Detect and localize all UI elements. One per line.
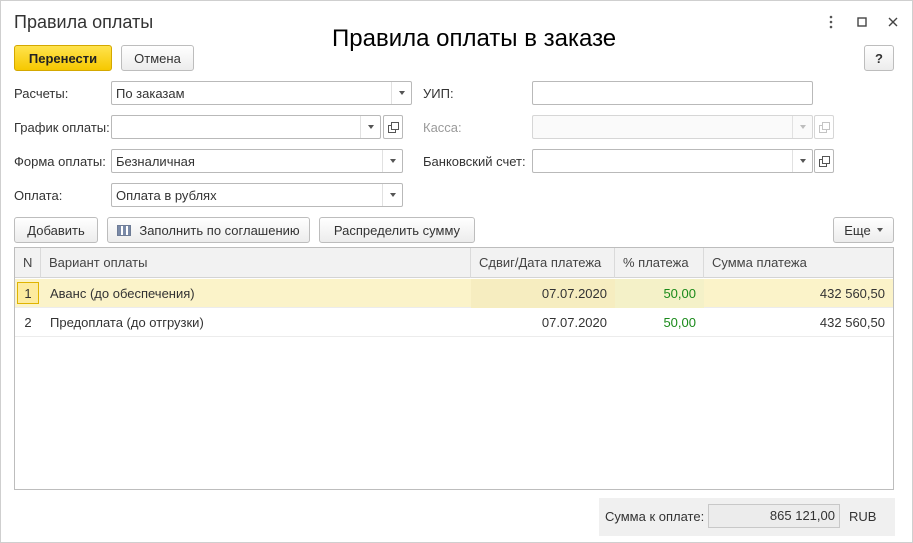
currency-label: RUB — [849, 509, 877, 524]
schedule-field[interactable] — [111, 115, 381, 139]
chevron-down-icon[interactable] — [792, 150, 812, 172]
schedule-open-button[interactable] — [383, 115, 403, 139]
row-number: 2 — [24, 315, 32, 330]
column-header-variant[interactable]: Вариант оплаты — [41, 248, 471, 278]
column-header-date[interactable]: Сдвиг/Дата платежа — [471, 248, 615, 278]
uip-label: УИП: — [423, 86, 454, 101]
table-row[interactable]: 2 Предоплата (до отгрузки) 07.07.2020 50… — [15, 308, 893, 337]
cashbox-field — [532, 115, 813, 139]
payment-form-field[interactable]: Безналичная — [111, 149, 403, 173]
cashbox-label: Касса: — [423, 120, 462, 135]
add-button[interactable]: Добавить — [14, 217, 98, 243]
payment-label: Оплата: — [14, 188, 63, 203]
transfer-button[interactable]: Перенести — [14, 45, 112, 71]
settlements-label: Расчеты: — [14, 86, 69, 101]
close-icon[interactable] — [884, 12, 902, 32]
settlements-field[interactable]: По заказам — [111, 81, 412, 105]
payment-form-value: Безналичная — [116, 153, 195, 169]
kebab-menu-icon[interactable] — [822, 12, 840, 32]
total-label: Сумма к оплате: — [605, 509, 705, 524]
chevron-down-icon[interactable] — [382, 150, 402, 172]
column-header-amount[interactable]: Сумма платежа — [704, 248, 893, 278]
open-icon — [819, 122, 830, 133]
table-header: N Вариант оплаты Сдвиг/Дата платежа % пл… — [15, 248, 893, 278]
row-number: 1 — [24, 286, 32, 301]
row-amount: 432 560,50 — [819, 315, 885, 330]
column-header-percent[interactable]: % платежа — [615, 248, 704, 278]
row-date: 07.07.2020 — [471, 279, 615, 308]
chevron-down-icon — [876, 228, 883, 232]
open-icon — [388, 122, 399, 133]
settlements-value: По заказам — [116, 85, 185, 101]
payment-variants-table: N Вариант оплаты Сдвиг/Дата платежа % пл… — [14, 247, 894, 490]
cancel-button[interactable]: Отмена — [121, 45, 194, 71]
chevron-down-icon[interactable] — [382, 184, 402, 206]
row-amount: 432 560,50 — [819, 286, 885, 301]
payment-rules-window: Правила оплаты Правила оплаты в заказе П… — [0, 0, 913, 543]
fill-icon — [117, 224, 132, 236]
row-variant: Предоплата (до отгрузки) — [50, 315, 204, 330]
schedule-label: График оплаты: — [14, 120, 110, 135]
open-icon — [819, 156, 830, 167]
cashbox-open-button — [814, 115, 834, 139]
bank-account-label: Банковский счет: — [423, 154, 526, 169]
chevron-down-icon[interactable] — [360, 116, 380, 138]
help-button[interactable]: ? — [864, 45, 894, 71]
distribute-sum-button[interactable]: Распределить сумму — [319, 217, 475, 243]
bank-account-open-button[interactable] — [814, 149, 834, 173]
fill-by-agreement-label: Заполнить по соглашению — [139, 222, 300, 238]
row-date: 07.07.2020 — [541, 315, 607, 330]
table-row[interactable]: 1 Аванс (до обеспечения) 07.07.2020 50,0… — [15, 279, 893, 308]
chevron-down-icon[interactable] — [391, 82, 411, 104]
maximize-icon[interactable] — [853, 12, 871, 32]
total-value: 865 121,00 — [708, 504, 840, 528]
row-percent: 50,00 — [663, 315, 696, 330]
column-header-n[interactable]: N — [15, 248, 41, 278]
uip-field[interactable] — [532, 81, 813, 105]
row-percent: 50,00 — [615, 279, 704, 308]
more-label: Еще — [844, 222, 871, 238]
payment-field[interactable]: Оплата в рублях — [111, 183, 403, 207]
fill-by-agreement-button[interactable]: Заполнить по соглашению — [107, 217, 310, 243]
chevron-down-icon — [792, 116, 812, 138]
payment-form-label: Форма оплаты: — [14, 154, 106, 169]
bank-account-field[interactable] — [532, 149, 813, 173]
payment-value: Оплата в рублях — [116, 187, 217, 203]
overlay-caption: Правила оплаты в заказе — [332, 25, 617, 52]
more-button[interactable]: Еще — [833, 217, 894, 243]
window-title: Правила оплаты — [14, 12, 154, 32]
row-variant: Аванс (до обеспечения) — [50, 286, 195, 301]
